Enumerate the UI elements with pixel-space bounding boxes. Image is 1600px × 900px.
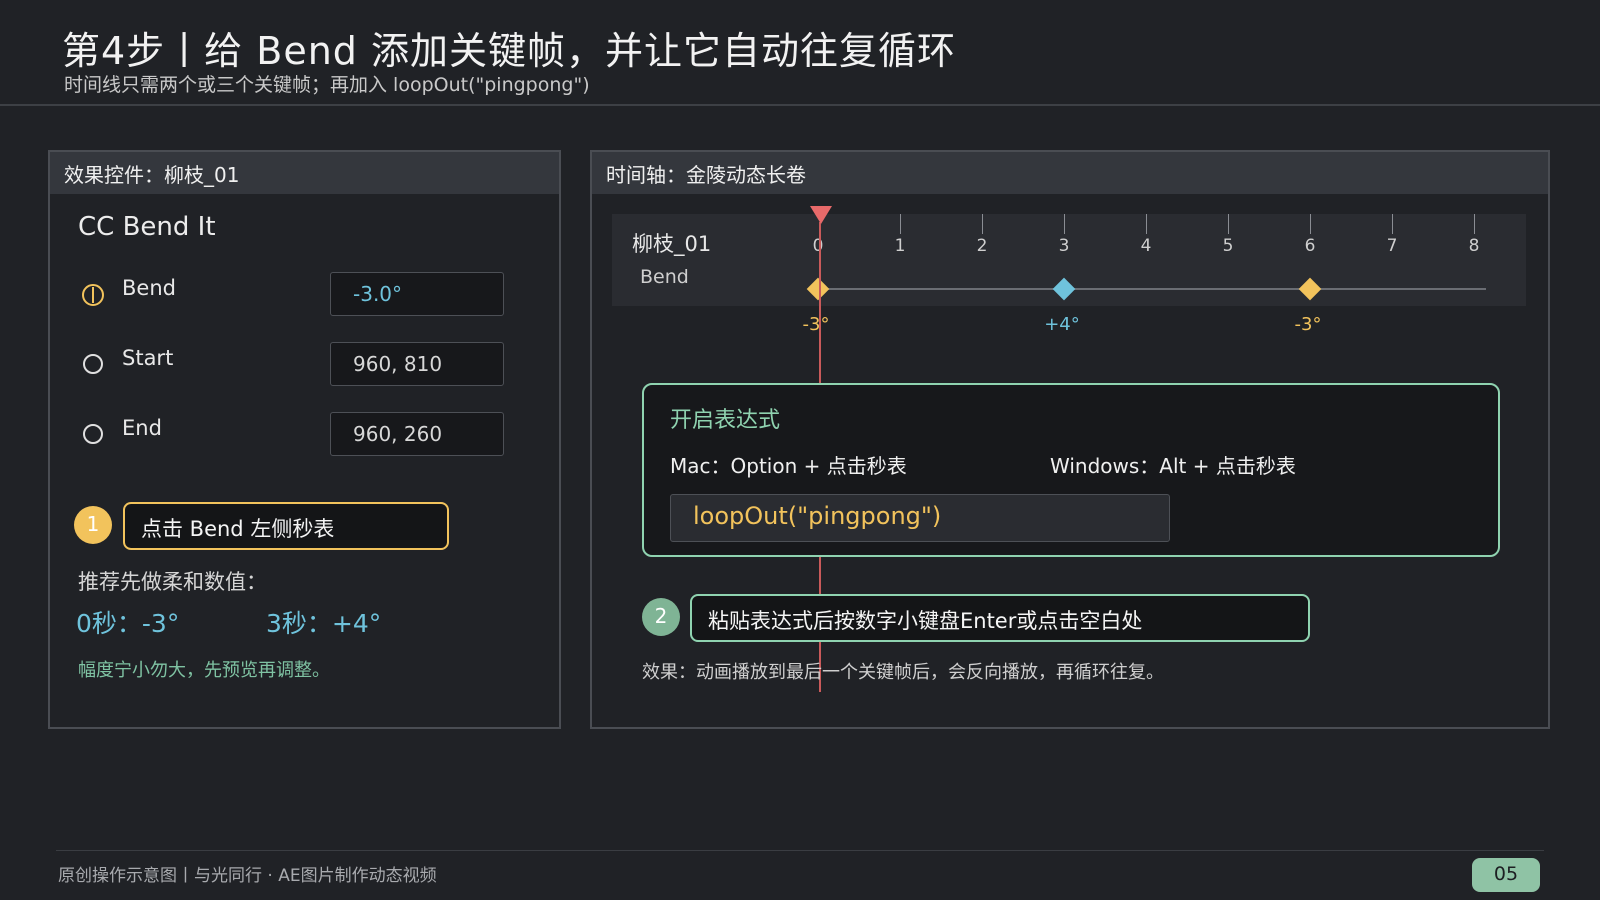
page-title: 第4步丨给 Bend 添加关键帧，并让它自动往复循环 (62, 29, 956, 73)
step-2-badge: 2 (642, 598, 680, 636)
timeline-header: 时间轴：金陵动态长卷 (592, 152, 1548, 194)
ruler-tick-label: 2 (976, 236, 988, 256)
keyframe-value-label: -3° (1294, 314, 1322, 335)
timeline-title: 时间轴：金陵动态长卷 (606, 163, 806, 187)
page-number-badge: 05 (1472, 858, 1540, 892)
ruler-tick (1228, 214, 1229, 234)
ruler-tick (1474, 214, 1475, 234)
page-subtitle: 时间线只需两个或三个关键帧；再加入 loopOut("pingpong") (64, 74, 590, 96)
ruler-tick (1146, 214, 1147, 234)
param-label-bend: Bend (122, 276, 176, 300)
ruler-tick (1064, 214, 1065, 234)
playhead-icon[interactable] (810, 206, 832, 224)
footer-divider (56, 850, 1544, 851)
ruler-tick (982, 214, 983, 234)
footer-credit: 原创操作示意图丨与光同行 · AE图片制作动态视频 (58, 866, 437, 886)
ruler-tick-label: 8 (1468, 236, 1480, 256)
ruler-tick-label: 7 (1386, 236, 1398, 256)
expression-mac-shortcut: Mac：Option + 点击秒表 (670, 454, 907, 478)
recommend-value-0: 0秒：-3° (76, 609, 180, 638)
param-label-end: End (122, 416, 162, 440)
layer-name: 柳枝_01 (632, 232, 712, 256)
ruler-tick-label: 1 (894, 236, 906, 256)
ruler-tick-label: 3 (1058, 236, 1070, 256)
effect-name: CC Bend It (78, 212, 216, 242)
step-1-callout: 点击 Bend 左侧秒表 (123, 502, 449, 550)
end-radio-icon[interactable] (83, 424, 103, 444)
expression-title: 开启表达式 (670, 408, 781, 433)
start-value-field[interactable]: 960, 810 (330, 342, 504, 386)
param-label-start: Start (122, 346, 174, 370)
result-text: 效果：动画播放到最后一个关键帧后，会反向播放，再循环往复。 (642, 662, 1164, 683)
bend-value-field[interactable]: -3.0° (330, 272, 504, 316)
keyframe-value-label: +4° (1044, 314, 1080, 335)
ruler-tick (1310, 214, 1311, 234)
end-value-field[interactable]: 960, 260 (330, 412, 504, 456)
keyframe-value-label: -3° (802, 314, 830, 335)
expression-code-field[interactable]: loopOut("pingpong") (670, 494, 1170, 542)
start-radio-icon[interactable] (83, 354, 103, 374)
ruler-tick-label: 4 (1140, 236, 1152, 256)
ruler-tick-label: 0 (812, 236, 824, 256)
recommend-note: 幅度宁小勿大，先预览再调整。 (78, 660, 330, 681)
recommend-value-3: 3秒：+4° (266, 609, 382, 638)
ruler-tick-label: 5 (1222, 236, 1234, 256)
step-2-callout: 粘贴表达式后按数字小键盘Enter或点击空白处 (690, 594, 1310, 642)
keyframe-track (820, 288, 1486, 290)
recommend-heading: 推荐先做柔和数值： (78, 570, 267, 594)
property-name: Bend (640, 266, 689, 288)
expression-windows-shortcut: Windows：Alt + 点击秒表 (1050, 454, 1296, 478)
ruler-tick (900, 214, 901, 234)
step-1-badge: 1 (74, 506, 112, 544)
ruler-tick-label: 6 (1304, 236, 1316, 256)
stopwatch-icon[interactable] (82, 284, 104, 306)
ruler-tick (1392, 214, 1393, 234)
effect-controls-header: 效果控件：柳枝_01 (50, 152, 559, 194)
header-divider (0, 104, 1600, 106)
effect-controls-title: 效果控件：柳枝_01 (64, 163, 240, 187)
